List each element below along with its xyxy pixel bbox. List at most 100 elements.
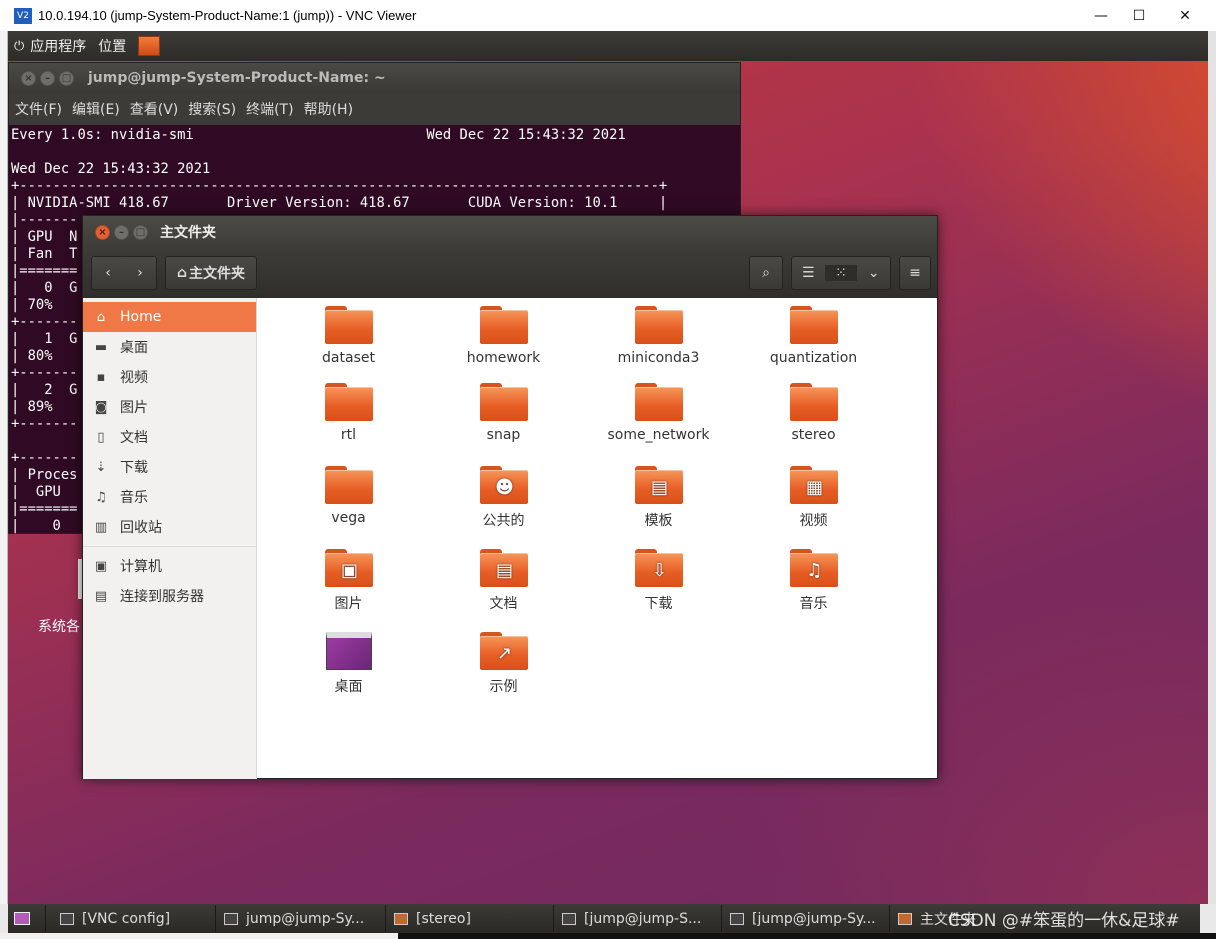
sidebar-item[interactable]: ▤ 连接到服务器	[83, 581, 256, 611]
file-item[interactable]: ☻ 公共的	[426, 466, 581, 530]
location-button[interactable]: ⌂ 主文件夹	[165, 256, 257, 290]
folder-icon: ♫	[789, 549, 838, 587]
vnc-titlebar: V2 10.0.194.10 (jump-System-Product-Name…	[0, 0, 1216, 31]
folder-emblem-icon: ⇩	[651, 559, 668, 581]
file-manager-window[interactable]: × – □ 主文件夹 ‹ › ⌂ 主文件夹 ⌕ ☰ ⁙ ⌄ ≡ ⌂ Home ▬…	[82, 215, 938, 779]
sidebar-item-label: 桌面	[120, 340, 148, 356]
task-terminal-3[interactable]: [jump@jump-Sy...	[722, 905, 890, 932]
file-item-label: vega	[331, 510, 366, 526]
sidebar-item[interactable]: ⇣ 下载	[83, 452, 256, 482]
sidebar-item[interactable]: ▥ 回收站	[83, 512, 256, 542]
file-item[interactable]: 桌面	[271, 632, 426, 696]
show-desktop-button[interactable]	[8, 905, 46, 932]
terminal-icon	[224, 912, 238, 925]
folder-icon	[789, 306, 838, 344]
task-terminal-1[interactable]: jump@jump-Sy...	[216, 905, 386, 932]
file-item[interactable]: dataset	[271, 306, 426, 366]
desktop-icon-label[interactable]: 系统各	[38, 616, 80, 636]
minimize-icon[interactable]: –	[40, 70, 55, 86]
host-taskbar-edge	[398, 933, 1216, 939]
home-icon: ⌂	[176, 265, 188, 281]
forward-button[interactable]: ›	[124, 265, 156, 281]
file-item[interactable]: vega	[271, 466, 426, 526]
desktop-icon: ▬	[94, 339, 108, 355]
menu-view[interactable]: 查看(V)	[130, 99, 179, 119]
file-item[interactable]: some_network	[581, 383, 736, 443]
menu-button[interactable]: ≡	[899, 256, 931, 290]
download-icon: ⇣	[95, 459, 107, 475]
sidebar-item[interactable]: ⌂ Home	[83, 302, 256, 332]
video-icon: ▪	[96, 369, 106, 385]
minimize-icon[interactable]: –	[114, 224, 129, 240]
file-item[interactable]: ↗ 示例	[426, 632, 581, 696]
terminal-titlebar[interactable]: × – □ jump@jump-System-Product-Name: ~	[9, 63, 740, 93]
file-item[interactable]: ▤ 模板	[581, 466, 736, 530]
close-icon[interactable]: ×	[95, 224, 110, 240]
chevron-down-icon[interactable]: ⌄	[857, 265, 890, 281]
menu-help[interactable]: 帮助(H)	[304, 99, 353, 119]
file-item[interactable]: stereo	[736, 383, 891, 443]
home-folder-launcher-icon[interactable]	[138, 36, 161, 56]
file-item[interactable]: ▣ 图片	[271, 549, 426, 613]
menu-edit[interactable]: 编辑(E)	[72, 99, 120, 119]
maximize-icon[interactable]: □	[133, 224, 148, 240]
close-button[interactable]: ✕	[1162, 0, 1208, 31]
folder-icon	[789, 383, 838, 421]
file-item[interactable]: quantization	[736, 306, 891, 366]
task-terminal-2[interactable]: [jump@jump-S...	[554, 905, 722, 932]
file-item-label: 模板	[644, 513, 673, 529]
terminal-line: | NVIDIA-SMI 418.67 Driver Version: 418.…	[11, 195, 668, 211]
file-item[interactable]: rtl	[271, 383, 426, 443]
folder-icon	[634, 306, 683, 344]
computer-icon: ▣	[94, 558, 108, 574]
folder-emblem-icon: ↗	[496, 642, 513, 664]
places-label: 位置	[98, 39, 127, 55]
file-item-label: 视频	[799, 513, 828, 529]
sidebar-item[interactable]: ▪ 视频	[83, 362, 256, 392]
menu-search[interactable]: 搜索(S)	[188, 99, 236, 119]
hamburger-icon: ≡	[909, 265, 921, 281]
folder-icon	[634, 383, 683, 421]
remote-desktop[interactable]: ⏻ 应用程序 位置 × – □ jump@jump-System-Product…	[8, 31, 1208, 904]
sidebar-item[interactable]: ◙ 图片	[83, 392, 256, 422]
ubuntu-logo-icon: ⏻	[14, 38, 25, 54]
maximize-icon[interactable]: □	[59, 70, 74, 86]
menu-file[interactable]: 文件(F)	[15, 99, 62, 119]
maximize-button[interactable]: ☐	[1116, 0, 1162, 31]
file-item[interactable]: ▦ 视频	[736, 466, 891, 530]
places-menu[interactable]: 位置	[98, 36, 126, 56]
grid-view-icon[interactable]: ⁙	[824, 265, 858, 281]
home-icon: ⌂	[96, 309, 106, 325]
task-vnc-config[interactable]: [VNC config]	[46, 905, 216, 932]
file-manager-title: 主文件夹	[160, 225, 216, 241]
task-stereo[interactable]: [stereo]	[386, 905, 554, 932]
file-item[interactable]: ⇩ 下载	[581, 549, 736, 613]
folder-icon	[394, 912, 408, 925]
sidebar-item-label: 文档	[120, 430, 148, 446]
file-item[interactable]: ▤ 文档	[426, 549, 581, 613]
terminal-menubar: 文件(F) 编辑(E) 查看(V) 搜索(S) 终端(T) 帮助(H)	[9, 93, 740, 125]
terminal-icon	[562, 912, 576, 925]
folder-icon: ☻	[479, 466, 528, 504]
file-manager-titlebar[interactable]: × – □ 主文件夹	[83, 216, 937, 248]
search-icon: ⌕	[762, 265, 770, 281]
sidebar-item[interactable]: ▯ 文档	[83, 422, 256, 452]
sidebar-item[interactable]: ♫ 音乐	[83, 482, 256, 512]
sidebar-item[interactable]: ▣ 计算机	[83, 551, 256, 581]
top-panel: ⏻ 应用程序 位置	[8, 31, 1208, 61]
folder-emblem-icon: ♫	[806, 559, 823, 581]
menu-terminal[interactable]: 终端(T)	[246, 99, 293, 119]
close-icon[interactable]: ×	[21, 70, 36, 86]
file-item[interactable]: miniconda3	[581, 306, 736, 366]
file-grid: dataset homework miniconda3 quantization rtl…	[261, 306, 937, 776]
sidebar-item[interactable]: ▬ 桌面	[83, 332, 256, 362]
file-item[interactable]: homework	[426, 306, 581, 366]
file-item[interactable]: ♫ 音乐	[736, 549, 891, 613]
list-view-icon[interactable]: ☰	[792, 265, 825, 281]
search-button[interactable]: ⌕	[749, 256, 783, 290]
back-button[interactable]: ‹	[92, 265, 124, 281]
window-icon	[60, 912, 74, 925]
file-item[interactable]: snap	[426, 383, 581, 443]
applications-menu[interactable]: ⏻ 应用程序	[14, 36, 86, 56]
location-label: 主文件夹	[189, 266, 246, 282]
